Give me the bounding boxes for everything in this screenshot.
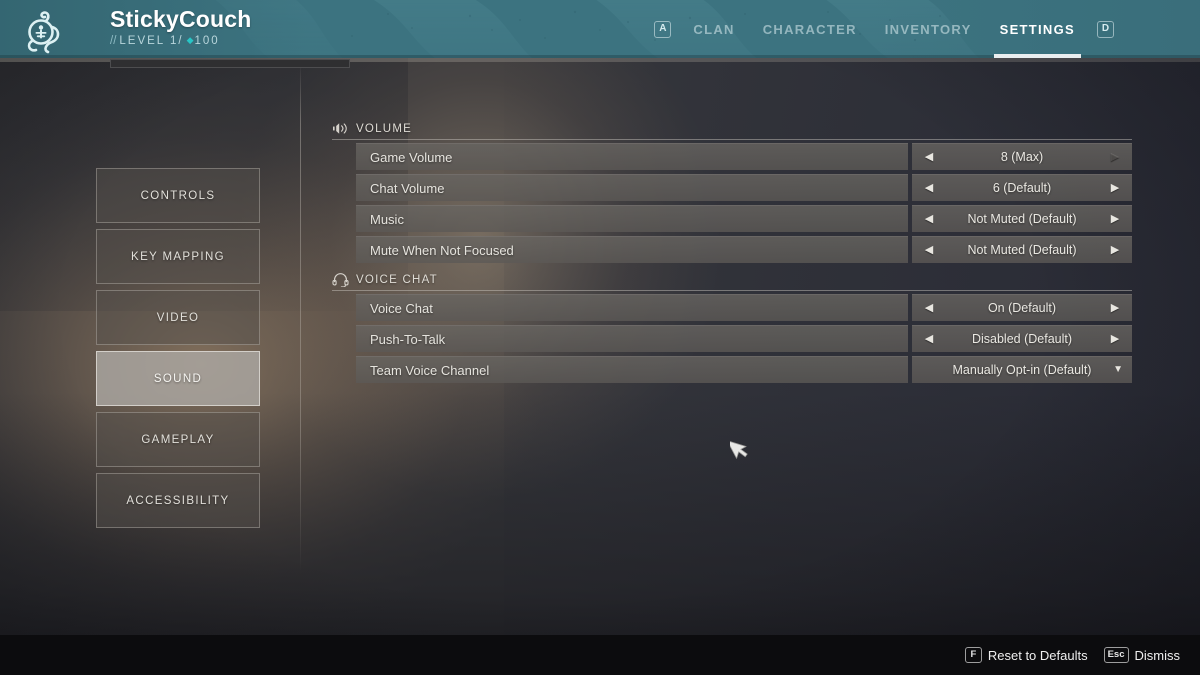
nav-next-key-hint: D xyxy=(1097,20,1114,38)
setting-value-push-to-talk: Disabled (Default) xyxy=(971,332,1073,346)
setting-row-mute-when-not-focused[interactable]: Mute When Not Focused ◀ Not Muted (Defau… xyxy=(332,236,1132,263)
hint-reset-to-defaults[interactable]: F Reset to Defaults xyxy=(964,647,1088,663)
setting-control-voice-chat[interactable]: ◀ On (Default) ▶ xyxy=(912,294,1132,321)
setting-label-push-to-talk: Push-To-Talk xyxy=(356,325,908,352)
setting-label-music: Music xyxy=(356,205,908,232)
player-name: StickyCouch xyxy=(110,6,252,32)
setting-control-push-to-talk[interactable]: ◀ Disabled (Default) ▶ xyxy=(912,325,1132,352)
sidebar-item-sound[interactable]: SOUND xyxy=(96,351,260,406)
setting-control-game-volume[interactable]: ◀ 8 (Max) ▶ xyxy=(912,143,1132,170)
mouse-pointer-arrow xyxy=(726,435,748,461)
settings-category-sidebar: CONTROLS KEY MAPPING VIDEO SOUND GAMEPLA… xyxy=(96,168,260,534)
setting-row-game-volume[interactable]: Game Volume ◀ 8 (Max) ▶ xyxy=(332,143,1132,170)
increment-arrow-icon[interactable]: ▶ xyxy=(1109,213,1121,225)
section-title-voice-chat: VOICE CHAT xyxy=(356,273,438,286)
decrement-arrow-icon[interactable]: ◀ xyxy=(923,213,935,225)
decrement-arrow-icon[interactable]: ◀ xyxy=(923,333,935,345)
setting-value-game-volume: 8 (Max) xyxy=(1000,150,1044,164)
level-text: LEVEL 1/ xyxy=(119,35,184,47)
light-value: 100 xyxy=(194,35,220,47)
key-badge-esc: Esc xyxy=(1103,647,1129,663)
decrement-arrow-icon[interactable]: ◀ xyxy=(923,244,935,256)
sidebar-item-gameplay[interactable]: GAMEPLAY xyxy=(96,412,260,467)
setting-label-mute-when-not-focused: Mute When Not Focused xyxy=(356,236,908,263)
increment-arrow-icon[interactable]: ▶ xyxy=(1109,151,1121,163)
voice-chat-rows: Voice Chat ◀ On (Default) ▶ Push-To-Talk… xyxy=(332,294,1132,383)
setting-value-music: Not Muted (Default) xyxy=(967,212,1077,226)
nav-item-inventory[interactable]: INVENTORY xyxy=(871,0,986,58)
setting-control-chat-volume[interactable]: ◀ 6 (Default) ▶ xyxy=(912,174,1132,201)
sidebar-item-controls[interactable]: CONTROLS xyxy=(96,168,260,223)
decrement-arrow-icon[interactable]: ◀ xyxy=(923,182,935,194)
footer-hint-bar: F Reset to Defaults Esc Dismiss xyxy=(0,635,1200,675)
setting-value-team-voice-channel: Manually Opt-in (Default) xyxy=(952,363,1092,377)
increment-arrow-icon[interactable]: ▶ xyxy=(1109,244,1121,256)
setting-row-music[interactable]: Music ◀ Not Muted (Default) ▶ xyxy=(332,205,1132,232)
setting-row-voice-chat[interactable]: Voice Chat ◀ On (Default) ▶ xyxy=(332,294,1132,321)
setting-label-voice-chat: Voice Chat xyxy=(356,294,908,321)
setting-control-mute-when-not-focused[interactable]: ◀ Not Muted (Default) ▶ xyxy=(912,236,1132,263)
key-badge-f: F xyxy=(964,647,982,663)
settings-content-panel: VOLUME Game Volume ◀ 8 (Max) ▶ Chat Volu… xyxy=(332,120,1132,391)
nav-item-clan[interactable]: CLAN xyxy=(679,0,748,58)
setting-label-team-voice-channel: Team Voice Channel xyxy=(356,356,908,383)
setting-value-voice-chat: On (Default) xyxy=(987,301,1057,315)
setting-control-music[interactable]: ◀ Not Muted (Default) ▶ xyxy=(912,205,1132,232)
sidebar-item-key-mapping[interactable]: KEY MAPPING xyxy=(96,229,260,284)
xp-progress-bar xyxy=(110,59,350,68)
headset-icon xyxy=(332,272,349,288)
section-title-volume: VOLUME xyxy=(356,122,413,135)
setting-label-chat-volume: Chat Volume xyxy=(356,174,908,201)
setting-row-team-voice-channel[interactable]: Team Voice Channel Manually Opt-in (Defa… xyxy=(332,356,1132,383)
section-header-volume: VOLUME xyxy=(332,120,1132,140)
panel-divider xyxy=(300,62,301,572)
section-header-voice-chat: VOICE CHAT xyxy=(332,271,1132,291)
decrement-arrow-icon[interactable]: ◀ xyxy=(923,302,935,314)
diamond-icon: ◆ xyxy=(186,35,194,45)
serpent-circle-emblem xyxy=(16,5,68,57)
increment-arrow-icon[interactable]: ▶ xyxy=(1109,302,1121,314)
nav-item-settings[interactable]: SETTINGS xyxy=(986,0,1089,58)
speaker-volume-icon xyxy=(332,121,349,136)
nav-prev-key-hint: A xyxy=(654,20,672,38)
sidebar-item-video[interactable]: VIDEO xyxy=(96,290,260,345)
setting-label-game-volume: Game Volume xyxy=(356,143,908,170)
decrement-arrow-icon[interactable]: ◀ xyxy=(923,151,935,163)
setting-control-team-voice-channel[interactable]: Manually Opt-in (Default) ▼ xyxy=(912,356,1132,383)
increment-arrow-icon[interactable]: ▶ xyxy=(1109,333,1121,345)
setting-row-push-to-talk[interactable]: Push-To-Talk ◀ Disabled (Default) ▶ xyxy=(332,325,1132,352)
player-info: StickyCouch //LEVEL 1/◆100 xyxy=(110,6,252,49)
increment-arrow-icon[interactable]: ▶ xyxy=(1109,182,1121,194)
hint-dismiss[interactable]: Esc Dismiss xyxy=(1103,647,1181,663)
setting-row-chat-volume[interactable]: Chat Volume ◀ 6 (Default) ▶ xyxy=(332,174,1132,201)
main-navigation: A CLAN CHARACTER INVENTORY SETTINGS D xyxy=(646,0,1122,58)
nav-item-character[interactable]: CHARACTER xyxy=(749,0,871,58)
hint-label-reset-to-defaults: Reset to Defaults xyxy=(987,647,1088,663)
level-prefix: // xyxy=(110,35,117,47)
player-level-line: //LEVEL 1/◆100 xyxy=(110,33,252,49)
hint-label-dismiss: Dismiss xyxy=(1134,647,1181,663)
setting-value-mute-when-not-focused: Not Muted (Default) xyxy=(967,243,1077,257)
volume-rows: Game Volume ◀ 8 (Max) ▶ Chat Volume ◀ 6 … xyxy=(332,143,1132,263)
setting-value-chat-volume: 6 (Default) xyxy=(992,181,1052,195)
chevron-down-icon[interactable]: ▼ xyxy=(1111,365,1123,375)
sidebar-item-accessibility[interactable]: ACCESSIBILITY xyxy=(96,473,260,528)
